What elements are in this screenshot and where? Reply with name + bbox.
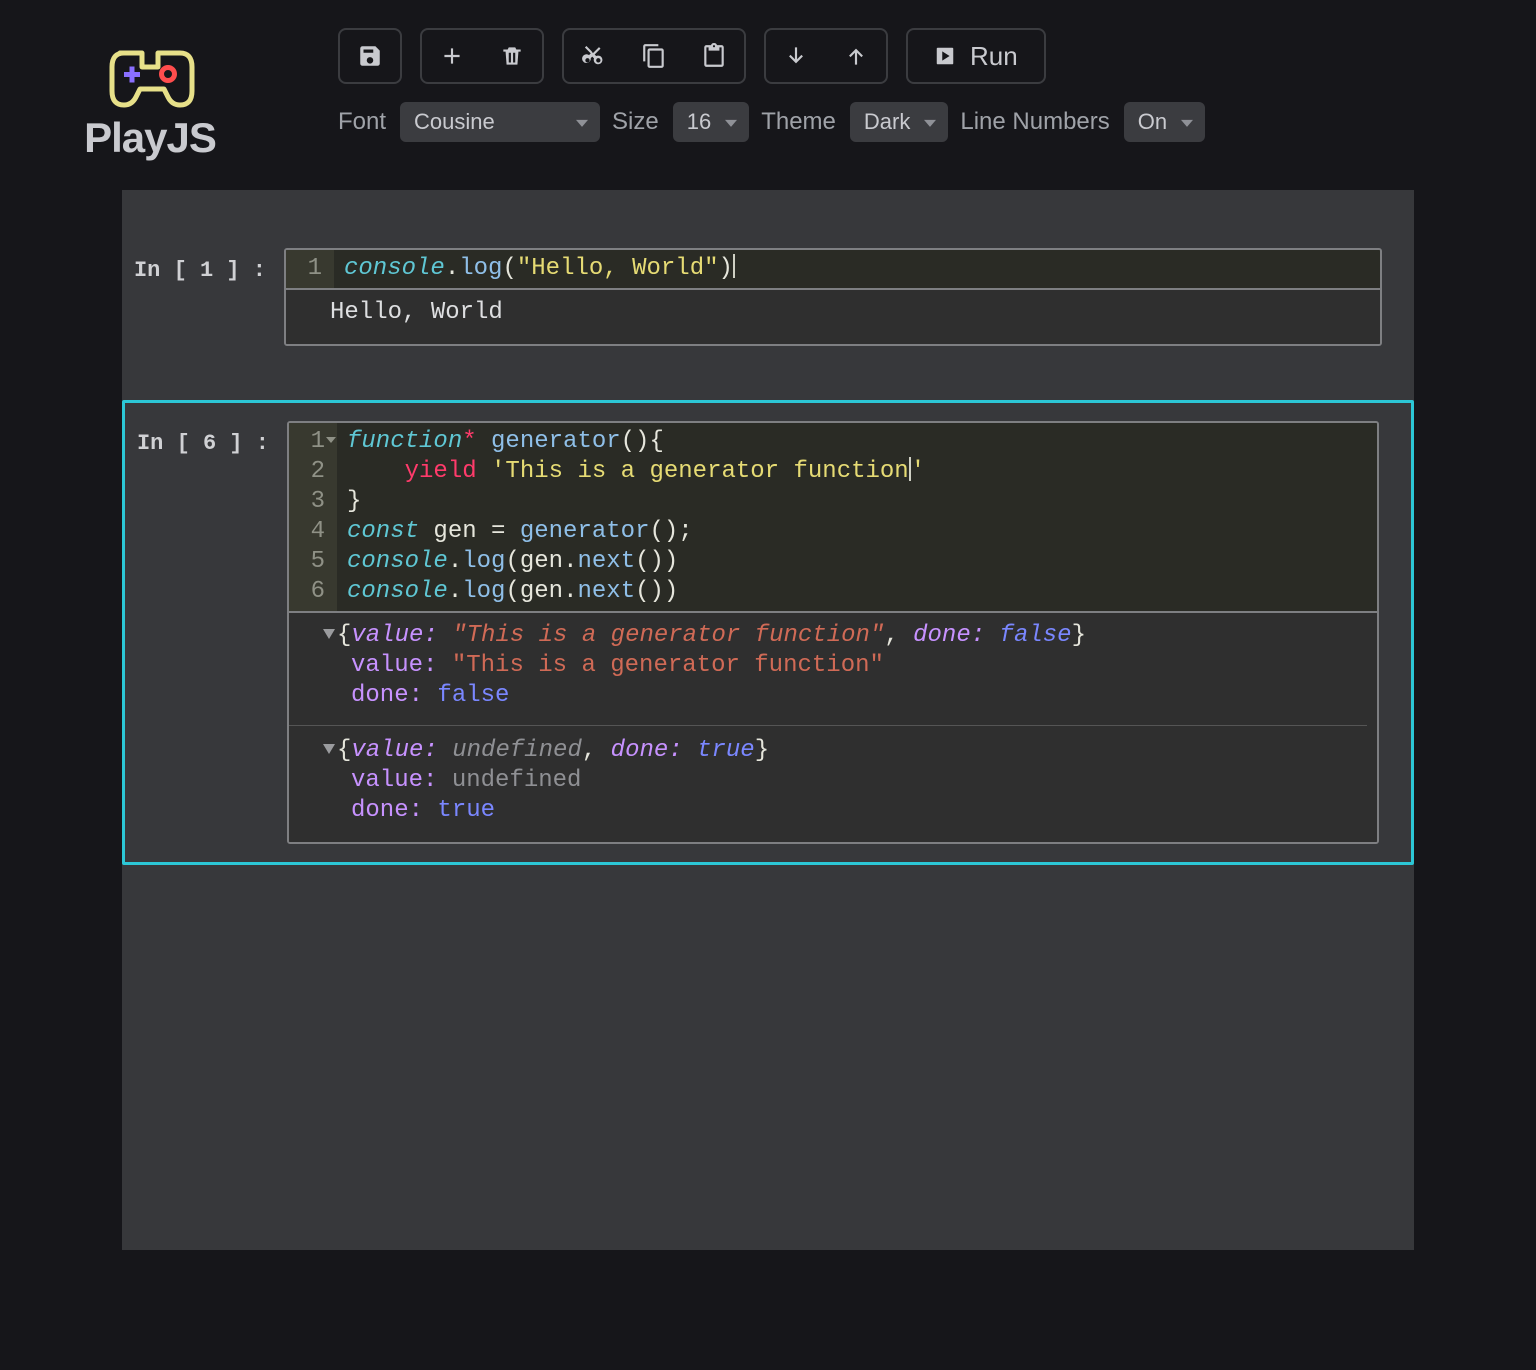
notebook-canvas: In [ 1 ] :1console.log("Hello, World")He… — [122, 190, 1414, 1250]
code-content: console.log("Hello, World") — [334, 250, 745, 288]
scissors-icon — [581, 43, 607, 69]
group-run: Run — [906, 28, 1046, 84]
code-editor[interactable]: 123456function* generator(){ yield 'This… — [289, 423, 1377, 611]
cut-button[interactable] — [564, 30, 624, 82]
code-cell[interactable]: In [ 1 ] :1console.log("Hello, World")He… — [122, 230, 1414, 364]
line-numbers-label: Line Numbers — [960, 108, 1109, 136]
logo: PlayJS — [0, 28, 300, 162]
paste-icon — [701, 43, 727, 69]
toolbar: PlayJS — [0, 0, 1536, 190]
delete-cell-button[interactable] — [482, 30, 542, 82]
move-down-button[interactable] — [766, 30, 826, 82]
plus-icon — [439, 43, 465, 69]
trash-icon — [499, 43, 525, 69]
run-label: Run — [970, 41, 1018, 72]
toolbar-rows: Run Font Cousine Size 16 Theme Dark Line… — [338, 28, 1536, 142]
font-label: Font — [338, 108, 386, 136]
font-value: Cousine — [414, 109, 495, 135]
copy-button[interactable] — [624, 30, 684, 82]
save-icon — [357, 43, 383, 69]
add-cell-button[interactable] — [422, 30, 482, 82]
cell-output: {value: "This is a generator function", … — [289, 611, 1377, 842]
line-numbers-value: On — [1138, 109, 1167, 135]
font-select[interactable]: Cousine — [400, 102, 600, 142]
run-button[interactable]: Run — [908, 30, 1044, 82]
cell-prompt: In [ 6 ] : — [125, 421, 287, 844]
line-numbers-select[interactable]: On — [1124, 102, 1205, 142]
disclosure-triangle-icon[interactable] — [323, 629, 335, 639]
arrow-down-icon — [783, 43, 809, 69]
disclosure-triangle-icon[interactable] — [323, 744, 335, 754]
move-up-button[interactable] — [826, 30, 886, 82]
cell-prompt: In [ 1 ] : — [122, 248, 284, 346]
cell-body: 123456function* generator(){ yield 'This… — [287, 421, 1379, 844]
size-value: 16 — [687, 109, 711, 135]
save-button[interactable] — [340, 30, 400, 82]
settings-row: Font Cousine Size 16 Theme Dark Line Num… — [338, 102, 1536, 142]
line-gutter: 1 — [286, 250, 334, 288]
theme-value: Dark — [864, 109, 910, 135]
theme-label: Theme — [761, 108, 836, 136]
code-editor[interactable]: 1console.log("Hello, World") — [286, 250, 1380, 288]
play-icon — [934, 45, 956, 67]
button-row: Run — [338, 28, 1536, 84]
copy-icon — [641, 43, 667, 69]
group-add-delete — [420, 28, 544, 84]
gamepad-icon — [100, 38, 200, 108]
group-clipboard — [562, 28, 746, 84]
size-label: Size — [612, 108, 659, 136]
size-select[interactable]: 16 — [673, 102, 749, 142]
theme-select[interactable]: Dark — [850, 102, 948, 142]
cell-output: Hello, World — [286, 288, 1380, 344]
code-cell[interactable]: In [ 6 ] :123456function* generator(){ y… — [122, 400, 1414, 865]
cell-body: 1console.log("Hello, World")Hello, World — [284, 248, 1382, 346]
code-content: function* generator(){ yield 'This is a … — [337, 423, 935, 611]
group-move — [764, 28, 888, 84]
arrow-up-icon — [843, 43, 869, 69]
app-name: PlayJS — [84, 114, 216, 162]
paste-button[interactable] — [684, 30, 744, 82]
group-save — [338, 28, 402, 84]
line-gutter: 123456 — [289, 423, 337, 611]
